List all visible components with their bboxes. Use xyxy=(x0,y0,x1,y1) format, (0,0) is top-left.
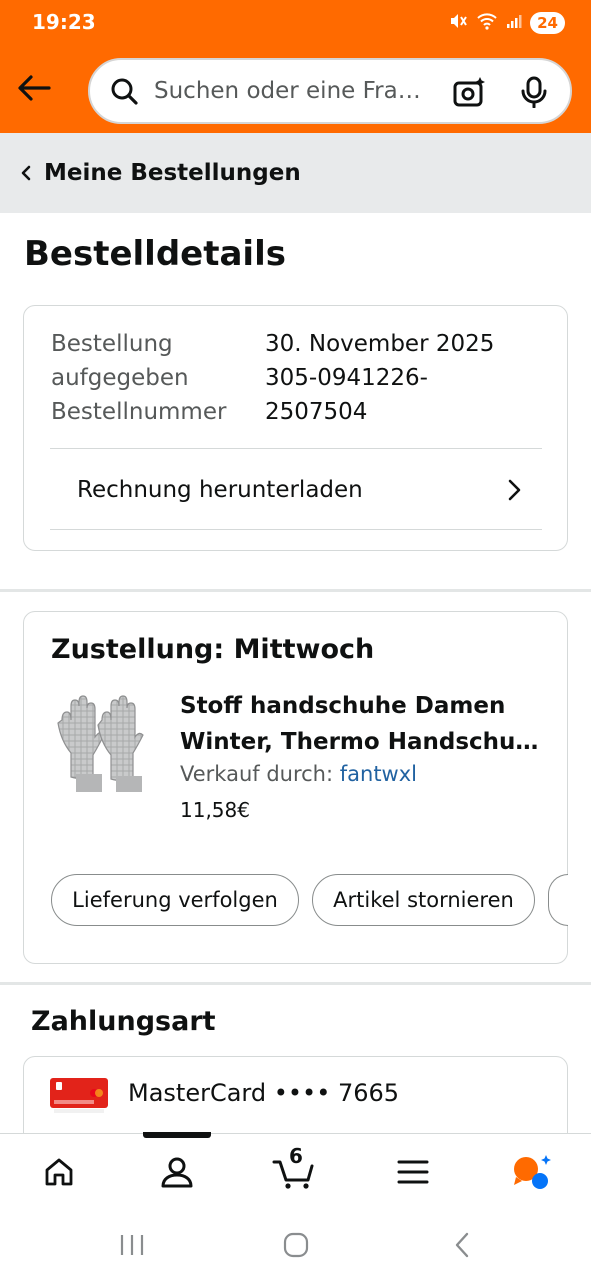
cancel-item-button[interactable]: Artikel stornieren xyxy=(312,874,535,926)
signal-icon xyxy=(506,13,522,33)
search-input[interactable] xyxy=(154,78,444,104)
credit-card-icon xyxy=(50,1076,110,1114)
app-header: 19:23 24 xyxy=(0,0,591,133)
delivery-heading: Zustellung: Mittwoch xyxy=(51,634,375,665)
chevron-right-icon xyxy=(504,478,524,502)
track-delivery-button[interactable]: Lieferung verfolgen xyxy=(51,874,299,926)
home-button[interactable] xyxy=(276,1227,316,1263)
status-icons: 24 xyxy=(448,10,565,36)
breadcrumb-label: Meine Bestellungen xyxy=(44,160,301,186)
chevron-left-icon xyxy=(20,163,36,183)
order-number-label: Bestellnummer xyxy=(51,399,227,425)
menu-icon xyxy=(397,1160,429,1184)
system-navigation xyxy=(0,1213,591,1280)
sold-by: Verkauf durch: fantwxl xyxy=(180,762,417,786)
nav-cart[interactable]: 6 xyxy=(270,1144,318,1196)
download-invoice-row[interactable]: Rechnung herunterladen xyxy=(50,450,542,530)
cart-count: 6 xyxy=(289,1144,303,1168)
home-icon xyxy=(45,1158,73,1186)
nav-account[interactable] xyxy=(153,1148,201,1196)
system-back-button[interactable] xyxy=(442,1227,482,1263)
download-invoice-label: Rechnung herunterladen xyxy=(77,477,363,503)
product-title[interactable]: Stoff handschuhe Damen Winter, Thermo Ha… xyxy=(180,688,550,760)
page-title: Bestelldetails xyxy=(24,234,286,274)
payment-heading: Zahlungsart xyxy=(31,1006,216,1037)
order-number-value-2: 2507504 xyxy=(265,399,368,425)
section-separator xyxy=(0,982,591,985)
section-separator xyxy=(0,589,591,592)
breadcrumb[interactable]: Meine Bestellungen xyxy=(0,133,591,213)
divider xyxy=(50,448,542,449)
product-title-line-1: Stoff handschuhe Damen xyxy=(180,693,506,719)
product-price: 11,58€ xyxy=(180,798,250,822)
recent-apps-button[interactable] xyxy=(112,1227,152,1263)
product-image[interactable] xyxy=(54,690,150,796)
battery-icon: 24 xyxy=(530,12,565,34)
sold-by-label: Verkauf durch: xyxy=(180,762,340,786)
account-icon xyxy=(161,1157,193,1188)
mute-icon xyxy=(448,11,468,35)
order-number-value-1: 305-0941226- xyxy=(265,365,428,391)
rufus-ai-icon xyxy=(514,1155,551,1189)
back-chevron-icon xyxy=(455,1232,469,1258)
bottom-navigation: 6 xyxy=(0,1132,591,1213)
arrow-left-icon xyxy=(18,75,51,101)
nav-rufus[interactable] xyxy=(508,1148,556,1196)
search-icon xyxy=(108,75,140,107)
home-circle-icon xyxy=(283,1232,309,1258)
payment-card: MasterCard •••• 7665 xyxy=(23,1056,568,1134)
product-title-line-2: Winter, Thermo Handschu… xyxy=(180,729,539,755)
status-time: 19:23 xyxy=(32,10,96,34)
order-placed-value: 30. November 2025 xyxy=(265,331,495,357)
wifi-icon xyxy=(476,12,498,34)
camera-lens-icon[interactable] xyxy=(452,74,488,110)
order-placed-label-2: aufgegeben xyxy=(51,365,189,391)
active-tab-indicator xyxy=(143,1132,211,1138)
recent-apps-icon xyxy=(120,1235,144,1255)
back-button[interactable] xyxy=(14,68,54,108)
nav-menu[interactable] xyxy=(389,1148,437,1196)
payment-card-label: MasterCard •••• 7665 xyxy=(128,1079,400,1107)
search-bar[interactable] xyxy=(88,58,572,124)
microphone-icon[interactable] xyxy=(516,74,552,110)
order-placed-label-1: Bestellung xyxy=(51,331,173,357)
divider xyxy=(50,529,542,530)
more-actions-button[interactable] xyxy=(548,874,568,926)
delivery-card: Zustellung: Mittwoch Stoff handschuhe Da… xyxy=(23,611,568,964)
order-info-card: Bestellung aufgegeben Bestellnummer 30. … xyxy=(23,305,568,551)
seller-link[interactable]: fantwxl xyxy=(340,762,417,786)
nav-home[interactable] xyxy=(35,1148,83,1196)
